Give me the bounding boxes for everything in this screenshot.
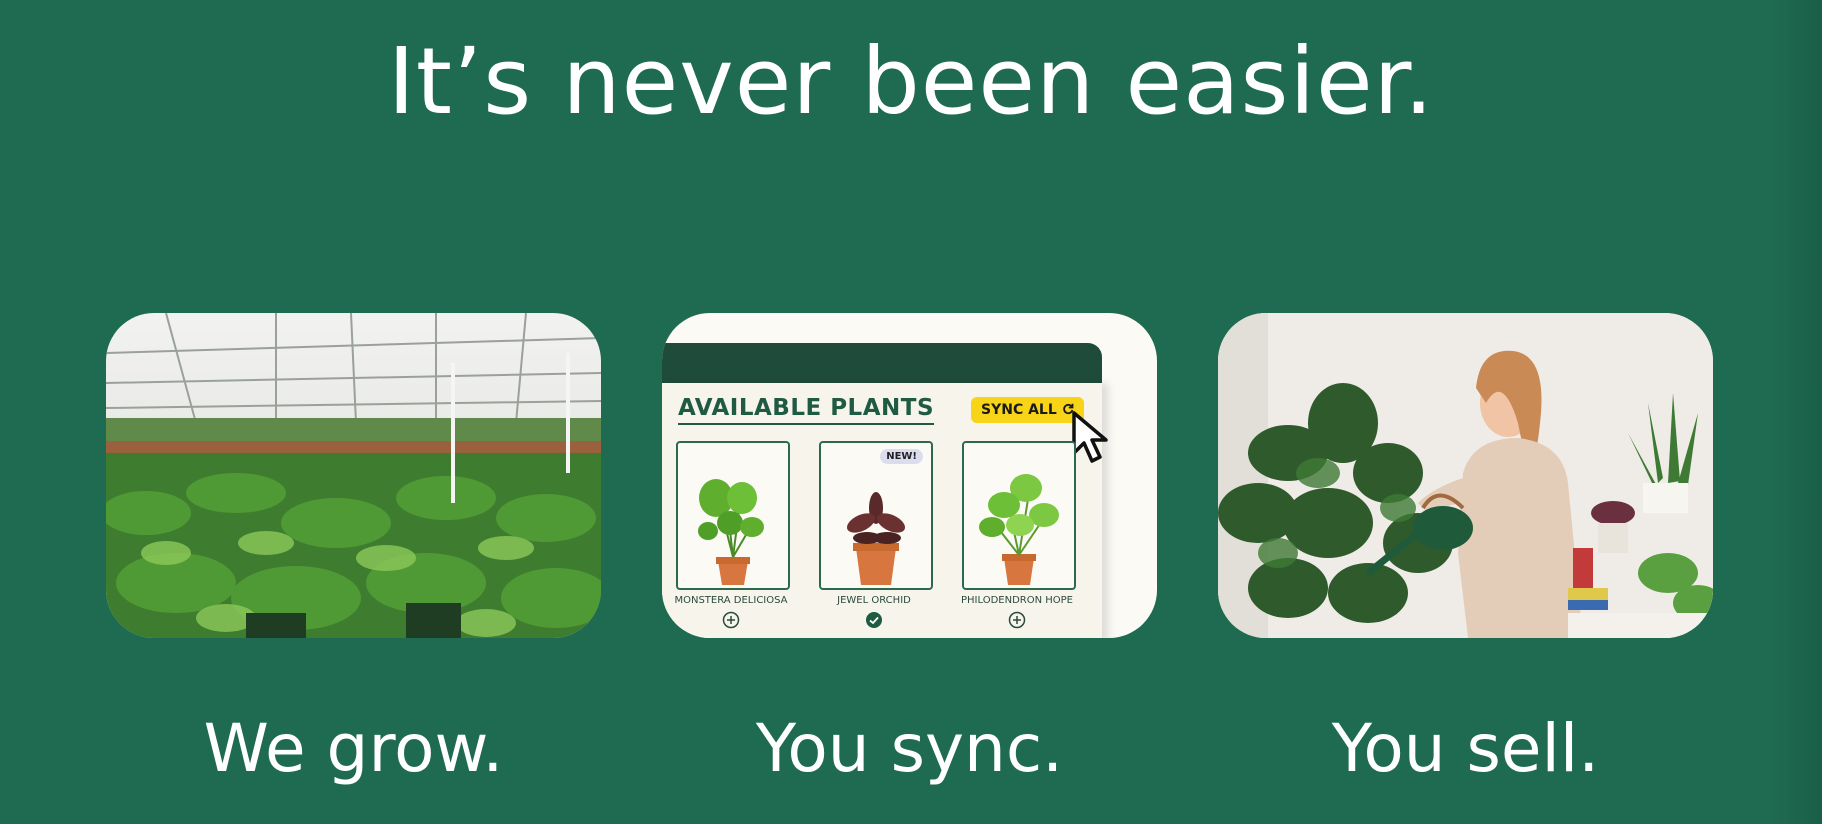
app-header-bar — [662, 343, 1102, 383]
plant-card-monstera[interactable] — [676, 441, 790, 590]
app-mockup-card: AVAILABLE PLANTS SYNC ALL NEW! MONSTERA … — [662, 313, 1157, 638]
new-badge: NEW! — [880, 449, 923, 464]
page-headline: It’s never been easier. — [387, 28, 1435, 135]
woman-watering-plants-image — [1218, 313, 1713, 638]
greenhouse-image — [106, 313, 601, 638]
plus-circle-icon[interactable] — [722, 611, 740, 629]
cursor-pointer-icon — [1072, 411, 1108, 463]
plant-name: MONSTERA DELICIOSA — [674, 595, 788, 606]
plant-name: PHILODENDRON HOPE — [960, 595, 1073, 606]
check-circle-icon[interactable] — [865, 611, 883, 629]
plant-card-jewel-orchid[interactable]: NEW! — [819, 441, 933, 590]
plus-circle-icon[interactable] — [1008, 611, 1026, 629]
available-plants-title: AVAILABLE PLANTS — [678, 395, 935, 425]
jewel-orchid-plant-image — [846, 492, 906, 585]
step-caption-grow: We grow. — [203, 710, 504, 787]
plant-name: JEWEL ORCHID — [837, 595, 911, 606]
philodendron-plant-image — [979, 474, 1059, 585]
sync-all-button[interactable]: SYNC ALL — [971, 397, 1084, 423]
step-caption-sell: You sell. — [1331, 710, 1600, 787]
monstera-plant-image — [698, 479, 764, 585]
plant-card-philodendron[interactable] — [962, 441, 1076, 590]
step-caption-sync: You sync. — [755, 710, 1064, 787]
sync-all-label: SYNC ALL — [981, 402, 1057, 418]
